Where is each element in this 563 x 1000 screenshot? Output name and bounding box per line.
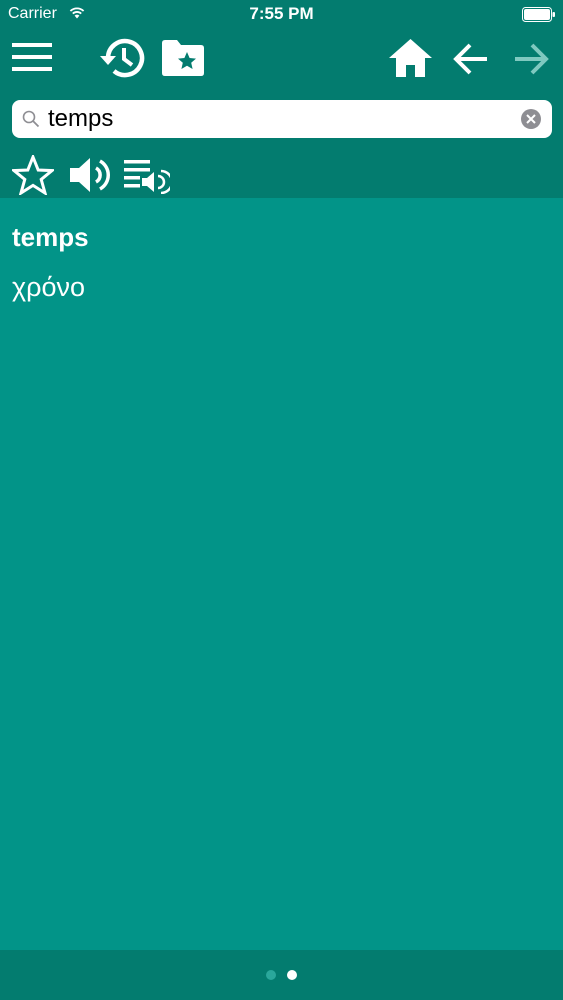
status-bar: Carrier 7:55 PM [0,0,563,30]
clear-icon [521,109,541,129]
entry-translation: χρόνο [12,272,86,302]
home-icon [389,39,432,77]
search-box [12,100,552,138]
play-list-button[interactable] [124,158,170,194]
status-time: 7:55 PM [249,4,314,23]
speaker-icon [70,158,110,192]
page-indicator-bar [0,950,563,1000]
back-button[interactable] [453,42,489,76]
star-icon [12,155,54,195]
forward-button[interactable] [513,42,549,76]
entry-word: temps [12,222,89,252]
battery-icon [522,7,555,22]
home-button[interactable] [389,39,432,77]
menu-icon [12,43,52,71]
clear-search-button[interactable] [521,109,541,129]
forward-arrow-icon [515,43,549,75]
menu-button[interactable] [12,41,52,73]
playlist-audio-icon [124,160,170,194]
top-bar: Carrier 7:55 PM [0,0,563,198]
add-favorite-button[interactable] [12,155,54,195]
page-dot-1[interactable] [266,970,276,980]
search-icon [22,110,40,128]
favorites-folder-button[interactable] [162,40,204,76]
back-arrow-icon [453,43,487,75]
history-button[interactable] [99,37,145,79]
speak-button[interactable] [69,155,111,195]
history-icon [100,38,145,78]
favorites-folder-icon [162,40,204,76]
definition-content: temps χρόνο [0,198,563,950]
search-input[interactable] [48,103,508,135]
page-dot-2-active[interactable] [287,970,297,980]
